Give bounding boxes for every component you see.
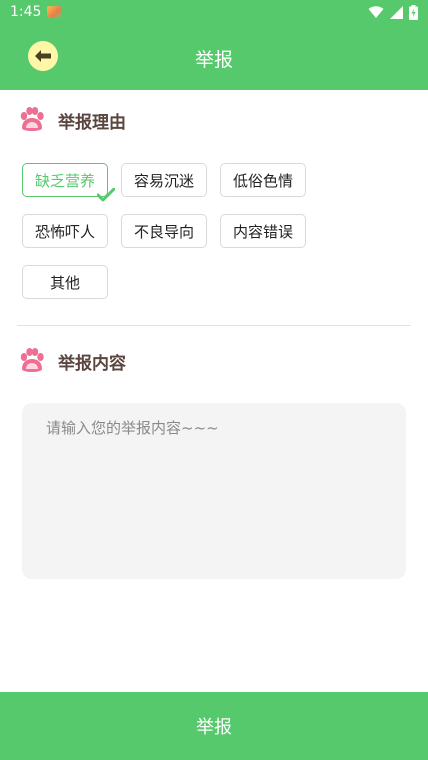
status-time: 1:45	[10, 4, 42, 20]
reason-tag-other[interactable]: 其他	[22, 265, 108, 299]
status-bar: 1:45	[0, 0, 428, 24]
signal-icon	[390, 5, 403, 19]
notification-image-icon	[47, 6, 62, 18]
wifi-icon	[368, 6, 384, 18]
reason-tag-label: 容易沉迷	[133, 171, 194, 190]
report-content-box	[22, 403, 406, 579]
status-left: 1:45	[10, 4, 62, 20]
reason-tag-label: 低俗色情	[232, 171, 293, 190]
report-content-input[interactable]	[22, 403, 406, 579]
battery-charging-icon	[409, 4, 418, 20]
submit-report-button[interactable]: 举报	[0, 692, 428, 760]
reason-tag-lack-nutrition[interactable]: 缺乏营养	[22, 163, 115, 202]
reason-tag-label: 缺乏营养	[34, 171, 95, 190]
reason-tag-label: 内容错误	[232, 222, 293, 241]
divider	[17, 325, 411, 326]
submit-label: 举报	[196, 717, 232, 738]
page-title: 举报	[194, 49, 233, 71]
reason-tag-content-error[interactable]: 内容错误	[220, 214, 306, 248]
reasons-section-header: 举报理由	[18, 106, 126, 134]
reasons-section-title: 举报理由	[58, 112, 126, 133]
reason-tag-addictive[interactable]: 容易沉迷	[121, 163, 207, 197]
status-right	[368, 4, 418, 20]
content-section-header: 举报内容	[18, 347, 126, 375]
reason-tag-vulgar[interactable]: 低俗色情	[220, 163, 306, 197]
reason-tag-label: 恐怖吓人	[34, 222, 95, 241]
reason-tag-label: 不良导向	[133, 222, 194, 241]
content-section-title: 举报内容	[58, 353, 126, 374]
check-icon	[97, 188, 115, 202]
app-header: 举报	[0, 24, 428, 90]
reason-tag-label: 其他	[49, 273, 80, 292]
paw-icon	[20, 348, 44, 372]
reason-tag-bad-guidance[interactable]: 不良导向	[121, 214, 207, 248]
paw-icon	[20, 107, 44, 131]
reason-tag-scary[interactable]: 恐怖吓人	[22, 214, 108, 248]
